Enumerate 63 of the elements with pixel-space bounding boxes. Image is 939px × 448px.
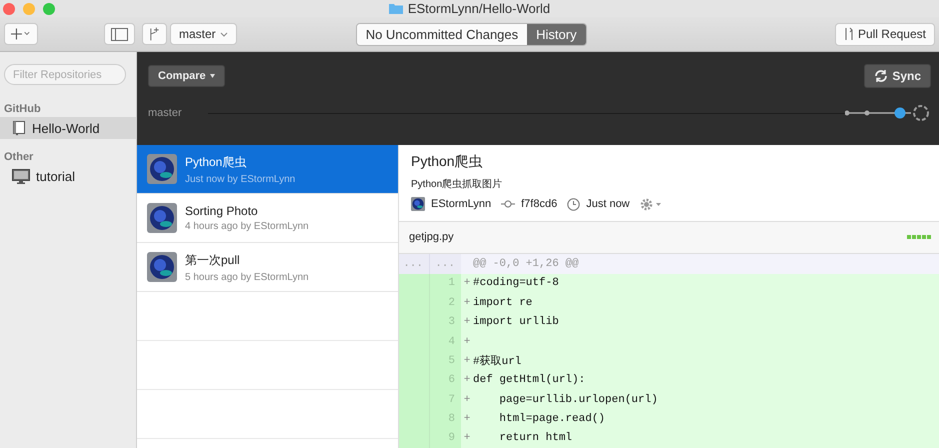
line-number: ... xyxy=(430,254,461,274)
diff-marker: + xyxy=(462,432,472,444)
commit-icon xyxy=(501,200,516,208)
code-line: import re xyxy=(473,296,532,309)
diff-stat-icon xyxy=(907,235,931,240)
repository-icon xyxy=(12,120,26,136)
clock-icon xyxy=(567,198,580,210)
code-line: html=page.read() xyxy=(498,413,606,425)
line-number: ... xyxy=(399,254,430,274)
zoom-window-button[interactable] xyxy=(43,2,55,14)
branch-icon xyxy=(149,27,160,41)
sidebar-toggle-button[interactable] xyxy=(104,23,135,45)
sidebar-group-heading: GitHub xyxy=(3,103,42,115)
code-line: #coding=utf-8 xyxy=(473,277,559,290)
caret-icon xyxy=(210,74,215,78)
compare-button[interactable]: Compare xyxy=(148,65,225,87)
view-tab[interactable]: No Uncommitted Changes xyxy=(356,24,528,44)
sync-icon xyxy=(874,69,888,83)
window-title: EStormLynn/Hello-World xyxy=(408,1,550,16)
code-line: return html xyxy=(498,432,572,444)
settings-icon[interactable] xyxy=(640,198,662,210)
hunk-header: @@ -0,0 +1,26 @@ xyxy=(472,258,579,270)
commit-time: Just now xyxy=(586,198,630,210)
diff-marker: + xyxy=(462,316,472,328)
code-line: page=urllib.urlopen(url) xyxy=(498,394,658,406)
computer-icon xyxy=(12,168,30,184)
close-window-button[interactable] xyxy=(3,2,15,14)
pull-request-icon xyxy=(844,27,854,41)
folder-icon xyxy=(388,3,403,14)
new-branch-button[interactable] xyxy=(142,23,167,45)
commit-item[interactable]: Python爬虫 Just now by EStormLynn xyxy=(137,145,398,194)
diff-marker: + xyxy=(462,296,472,309)
view-tab[interactable]: History xyxy=(527,24,586,44)
branch-label: master xyxy=(148,107,183,119)
diff-marker: + xyxy=(462,374,472,386)
sidebar-icon xyxy=(111,28,128,40)
filter-repositories-field[interactable]: Filter Repositories xyxy=(4,64,126,85)
diff-marker: + xyxy=(462,394,472,406)
code-line: def getHtml(url): xyxy=(473,374,586,386)
commit-title: Python爬虫 xyxy=(411,153,484,171)
diff-marker: + xyxy=(462,354,472,367)
diff-marker: + xyxy=(462,336,472,348)
sync-button[interactable]: Sync xyxy=(864,64,931,88)
add-menu-button[interactable] xyxy=(4,23,38,45)
pull-request-button[interactable]: Pull Request xyxy=(834,22,935,46)
commit-item[interactable]: 第一次pull 5 hours ago by EStormLynn xyxy=(137,243,398,292)
commit-item[interactable]: Sorting Photo 4 hours ago by EStormLynn xyxy=(137,194,398,243)
sidebar-item[interactable]: Hello-World xyxy=(0,117,136,139)
author-name: EStormLynn xyxy=(431,198,492,210)
diff-marker: + xyxy=(462,277,472,290)
code-line: import urllib xyxy=(473,316,559,328)
sidebar-item[interactable]: tutorial xyxy=(0,165,136,187)
chevron-icon xyxy=(220,32,228,36)
file-name: getjpg.py xyxy=(409,231,454,244)
plus-icon xyxy=(11,28,31,40)
branch-dropdown[interactable]: master xyxy=(170,23,237,45)
line-number-gutter xyxy=(399,428,430,448)
commit-description: Python爬虫抓取图片 xyxy=(411,178,504,191)
line-number-gutter xyxy=(399,274,430,294)
diff-marker: + xyxy=(462,413,472,425)
code-line: #获取url xyxy=(473,354,522,368)
commit-sha: f7f8cd6 xyxy=(521,198,558,210)
sidebar-group-heading: Other xyxy=(3,151,34,163)
